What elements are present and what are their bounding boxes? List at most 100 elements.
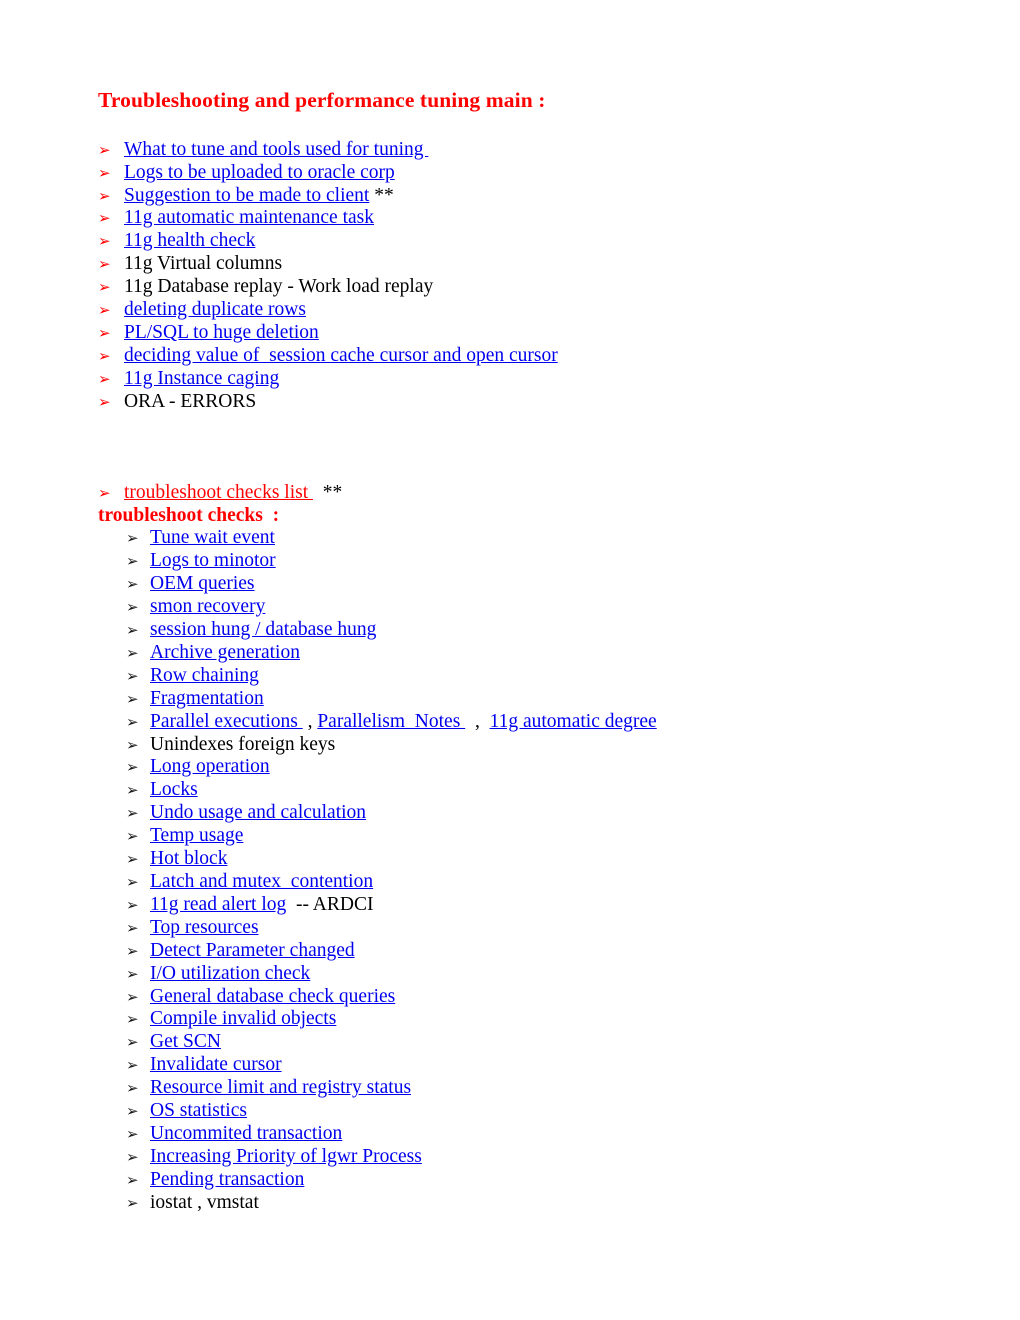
item-text: 11g Virtual columns <box>124 253 283 275</box>
topic-link[interactable]: 11g health check <box>124 230 255 251</box>
topic-link[interactable]: Parallelism Notes <box>317 711 465 732</box>
list-item: ➢ Tune wait event <box>126 527 924 550</box>
list-item: ➢ Locks <box>126 779 924 802</box>
list-item: ➢ 11g Database replay - Work load replay <box>98 276 924 299</box>
arrow-bullet-icon: ➢ <box>126 1193 139 1212</box>
topic-link[interactable]: smon recovery <box>150 596 265 617</box>
topic-link[interactable]: Pending transaction <box>150 1169 304 1190</box>
arrow-bullet-icon: ➢ <box>126 758 139 777</box>
arrow-bullet-icon: ➢ <box>98 483 111 502</box>
list-item: ➢ Invalidate cursor <box>126 1054 924 1077</box>
arrow-bullet-icon: ➢ <box>126 1147 139 1166</box>
topic-link[interactable]: Increasing Priority of lgwr Process <box>150 1146 422 1167</box>
list-item: ➢ 11g Instance caging <box>98 368 924 391</box>
topic-link[interactable]: Long operation <box>150 756 270 777</box>
topic-link[interactable]: PL/SQL to huge deletion <box>124 322 319 343</box>
topic-link[interactable]: 11g automatic maintenance task <box>124 207 374 228</box>
arrow-bullet-icon: ➢ <box>126 781 139 800</box>
arrow-bullet-icon: ➢ <box>126 689 139 708</box>
list-item: ➢ ORA - ERRORS <box>98 391 924 414</box>
topic-link[interactable]: 11g Instance caging <box>124 368 279 389</box>
list-item: ➢ Parallel executions , Parallelism Notes… <box>126 711 924 734</box>
arrow-bullet-icon: ➢ <box>126 1079 139 1098</box>
topic-link[interactable]: Locks <box>150 779 198 800</box>
arrow-bullet-icon: ➢ <box>98 369 111 388</box>
list-item: ➢ Suggestion to be made to client ** <box>98 185 924 208</box>
item-text: iostat , vmstat <box>150 1191 259 1213</box>
arrow-bullet-icon: ➢ <box>98 140 111 159</box>
topic-link[interactable]: 11g automatic degree <box>490 711 657 732</box>
topic-link[interactable]: Temp usage <box>150 825 243 846</box>
list-item: ➢ OS statistics <box>126 1100 924 1123</box>
topic-link[interactable]: Row chaining <box>150 665 259 686</box>
topic-link[interactable]: Logs to minotor <box>150 550 276 571</box>
page-title: Troubleshooting and performance tuning m… <box>98 88 546 112</box>
arrow-bullet-icon: ➢ <box>126 1033 139 1052</box>
topic-link[interactable]: Uncommited transaction <box>150 1123 342 1144</box>
topic-link[interactable]: Parallel executions <box>150 711 303 732</box>
item-text: ** <box>313 481 343 503</box>
topic-link[interactable]: Compile invalid objects <box>150 1008 336 1029</box>
topic-link[interactable]: Resource limit and registry status <box>150 1077 411 1098</box>
topic-link[interactable]: I/O utilization check <box>150 963 310 984</box>
list-item: ➢ General database check queries <box>126 986 924 1009</box>
topic-link[interactable]: Undo usage and calculation <box>150 802 366 823</box>
topic-link[interactable]: Get SCN <box>150 1031 221 1052</box>
topic-link[interactable]: Detect Parameter changed <box>150 940 355 961</box>
list-item: ➢ OEM queries <box>126 573 924 596</box>
arrow-bullet-icon: ➢ <box>98 346 111 365</box>
arrow-bullet-icon: ➢ <box>126 827 139 846</box>
topic-link[interactable]: Top resources <box>150 917 259 938</box>
document-page: Troubleshooting and performance tuning m… <box>0 0 1020 1320</box>
arrow-bullet-icon: ➢ <box>98 323 111 342</box>
topic-link[interactable]: OEM queries <box>150 573 255 594</box>
list-item: ➢ Increasing Priority of lgwr Process <box>126 1146 924 1169</box>
list-item: ➢ Pending transaction <box>126 1169 924 1192</box>
list-item: ➢ Logs to be uploaded to oracle corp <box>98 162 924 185</box>
arrow-bullet-icon: ➢ <box>126 1056 139 1075</box>
arrow-bullet-icon: ➢ <box>126 1102 139 1121</box>
arrow-bullet-icon: ➢ <box>98 209 111 228</box>
arrow-bullet-icon: ➢ <box>126 735 139 754</box>
list-item: ➢ Row chaining <box>126 665 924 688</box>
topic-link[interactable]: 11g read alert log <box>150 894 286 915</box>
arrow-bullet-icon: ➢ <box>126 552 139 571</box>
topic-link[interactable]: Suggestion to be made to client <box>124 185 369 206</box>
arrow-bullet-icon: ➢ <box>126 666 139 685</box>
topic-link[interactable]: troubleshoot checks list <box>124 482 313 503</box>
list-item: ➢ Hot block <box>126 848 924 871</box>
arrow-bullet-icon: ➢ <box>126 895 139 914</box>
arrow-bullet-icon: ➢ <box>126 1010 139 1029</box>
list-item: ➢ Fragmentation <box>126 688 924 711</box>
topic-link[interactable]: Logs to be uploaded to oracle corp <box>124 162 395 183</box>
item-text: Unindexes foreign keys <box>150 733 336 755</box>
separator-text: , <box>302 710 318 732</box>
topic-link[interactable]: deleting duplicate rows <box>124 299 306 320</box>
arrow-bullet-icon: ➢ <box>98 163 111 182</box>
topic-link[interactable]: OS statistics <box>150 1100 247 1121</box>
topic-link[interactable]: What to tune and tools used for tuning <box>124 139 428 160</box>
arrow-bullet-icon: ➢ <box>126 918 139 937</box>
topic-link[interactable]: deciding value of session cache cursor a… <box>124 345 558 366</box>
list-item: ➢ Undo usage and calculation <box>126 802 924 825</box>
arrow-bullet-icon: ➢ <box>98 278 111 297</box>
topic-link[interactable]: Tune wait event <box>150 527 275 548</box>
topic-link[interactable]: Archive generation <box>150 642 300 663</box>
arrow-bullet-icon: ➢ <box>98 392 111 411</box>
item-text: 11g Database replay - Work load replay <box>124 276 434 298</box>
topic-link[interactable]: Hot block <box>150 848 227 869</box>
arrow-bullet-icon: ➢ <box>126 850 139 869</box>
topic-link[interactable]: Latch and mutex contention <box>150 871 373 892</box>
topic-link[interactable]: Invalidate cursor <box>150 1054 282 1075</box>
topic-link[interactable]: Fragmentation <box>150 688 264 709</box>
list-item: ➢ deciding value of session cache cursor … <box>98 345 924 368</box>
list-item: ➢ Top resources <box>126 917 924 940</box>
list-item: ➢ session hung / database hung <box>126 619 924 642</box>
topic-link[interactable]: session hung / database hung <box>150 619 376 640</box>
topic-link[interactable]: General database check queries <box>150 986 395 1007</box>
list-item: ➢ Logs to minotor <box>126 550 924 573</box>
separator-text: , <box>465 710 490 732</box>
troubleshoot-checks-heading: troubleshoot checks : <box>98 504 280 526</box>
list-item: ➢ Unindexes foreign keys <box>126 734 924 757</box>
list-item: ➢ Get SCN <box>126 1031 924 1054</box>
